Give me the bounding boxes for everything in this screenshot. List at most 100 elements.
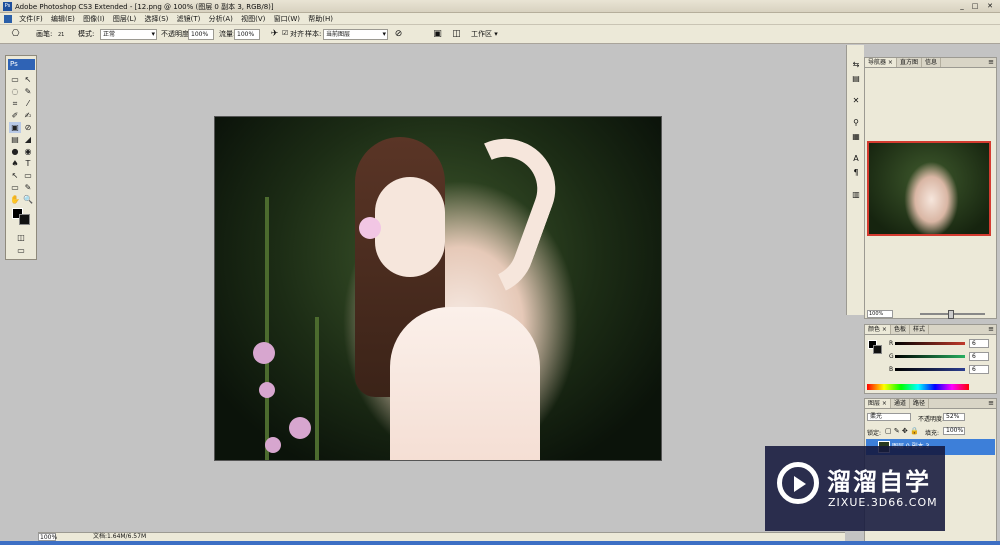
screen-mode-icon[interactable]: ▭ (15, 245, 27, 256)
dock-icon-1[interactable]: ⇆ (850, 59, 862, 70)
tab-styles[interactable]: 样式 (910, 325, 929, 334)
lasso-tool-icon[interactable]: ◌ (9, 86, 21, 97)
menu-edit[interactable]: 编辑(E) (48, 13, 78, 25)
dock-icon-5[interactable]: ▦ (850, 131, 862, 142)
document-image[interactable] (214, 116, 662, 461)
layer-opacity-label: 不透明度: (918, 416, 945, 423)
color-panel: 颜色 × 色板 样式 ≡ R 6 G 6 B 6 (864, 324, 997, 394)
blend-mode-select[interactable]: 柔光 (867, 413, 911, 421)
panel-menu-icon[interactable]: ≡ (988, 399, 994, 408)
lock-icons[interactable]: ▢ ✎ ✥ 🔒 (885, 427, 919, 435)
color-row-g: G 6 (889, 352, 994, 361)
mode-select[interactable]: 正常 (100, 29, 157, 40)
eyedropper-tool-icon[interactable]: ✎ (22, 182, 34, 193)
color-g-value[interactable]: 6 (969, 352, 989, 361)
color-spectrum-bar[interactable] (867, 384, 969, 390)
panel-dock: ⇆ ▤ ✕ ⚲ ▦ A ¶ ▥ (846, 45, 864, 315)
menu-view[interactable]: 视图(V) (238, 13, 268, 25)
sample-label: 样本: (305, 30, 322, 38)
watermark-logo-icon (777, 462, 819, 504)
close-button[interactable]: ✕ (985, 2, 995, 11)
background-color-swatch[interactable] (19, 214, 30, 225)
blur-tool-icon[interactable]: ● (9, 146, 21, 157)
workspace-button[interactable]: 工作区 ▾ (471, 29, 498, 39)
minimize-button[interactable]: _ (957, 2, 967, 11)
color-r-value[interactable]: 6 (969, 339, 989, 348)
menu-window[interactable]: 窗口(W) (271, 13, 303, 25)
ignore-adjustment-icon[interactable]: ⊘ (393, 29, 404, 40)
navigator-thumbnail[interactable] (867, 141, 991, 236)
airbrush-icon[interactable]: ✈ (269, 29, 280, 40)
menu-analysis[interactable]: 分析(A) (206, 13, 236, 25)
dock-icon-3[interactable]: ✕ (850, 95, 862, 106)
status-bar: 100% 文档:1.64M/6.57M (38, 532, 845, 541)
document-info[interactable]: 文档:1.64M/6.57M (93, 533, 146, 541)
bridge-icon[interactable]: ◫ (451, 29, 462, 40)
brush-size[interactable]: 21 (58, 32, 64, 38)
zoom-tool-icon[interactable]: 🔍 (22, 194, 34, 205)
maximize-button[interactable]: □ (970, 2, 980, 11)
shape-tool-icon[interactable]: ▭ (22, 170, 34, 181)
path-selection-tool-icon[interactable]: ↖ (9, 170, 21, 181)
pen-tool-icon[interactable]: ♠ (9, 158, 21, 169)
paragraph-icon[interactable]: ¶ (850, 167, 862, 178)
crop-tool-icon[interactable]: ⌗ (9, 98, 21, 109)
document-icon[interactable] (4, 15, 12, 23)
menu-bar: 文件(F) 编辑(E) 图像(I) 图层(L) 选择(S) 滤镜(T) 分析(A… (0, 13, 1000, 25)
magic-wand-tool-icon[interactable]: ✎ (22, 86, 34, 97)
fill-label: 填充: (925, 430, 940, 437)
menu-image[interactable]: 图像(I) (80, 13, 108, 25)
dodge-tool-icon[interactable]: ◉ (22, 146, 34, 157)
notes-tool-icon[interactable]: ▭ (9, 182, 21, 193)
slice-tool-icon[interactable]: ⁄ (22, 98, 34, 109)
dock-icon-8[interactable]: ▥ (850, 189, 862, 200)
flow-input[interactable]: 100% (234, 29, 260, 40)
align-checkbox[interactable]: ☑ (282, 29, 288, 37)
sample-select[interactable]: 当前图层 (323, 29, 388, 40)
opacity-input[interactable]: 100% (188, 29, 214, 40)
menu-filter[interactable]: 滤镜(T) (174, 13, 204, 25)
color-r-slider[interactable] (895, 342, 965, 345)
panel-menu-icon[interactable]: ≡ (988, 325, 994, 334)
color-b-value[interactable]: 6 (969, 365, 989, 374)
fill-input[interactable]: 100% (943, 427, 965, 435)
tab-swatches[interactable]: 色板 (891, 325, 910, 334)
history-brush-tool-icon[interactable]: ⊘ (22, 122, 34, 133)
character-icon[interactable]: A (850, 153, 862, 164)
tab-histogram[interactable]: 直方图 (897, 58, 922, 67)
color-g-slider[interactable] (895, 355, 965, 358)
color-bg-swatch[interactable] (873, 345, 882, 354)
tool-preset-icon[interactable]: ▣ (432, 29, 443, 40)
healing-brush-tool-icon[interactable]: ✐ (9, 110, 21, 121)
color-b-slider[interactable] (895, 368, 965, 371)
move-tool-icon[interactable]: ↖ (22, 74, 34, 85)
type-tool-icon[interactable]: T (22, 158, 34, 169)
zoom-field[interactable]: 100% (38, 533, 57, 541)
dock-icon-2[interactable]: ▤ (850, 73, 862, 84)
menu-help[interactable]: 帮助(H) (305, 13, 336, 25)
hand-tool-icon[interactable]: ✋ (9, 194, 21, 205)
navigator-zoom-slider[interactable] (920, 310, 985, 319)
clone-stamp-tool-icon[interactable]: ⎔ (10, 29, 21, 40)
navigator-zoom-field[interactable]: 100% (867, 310, 893, 318)
gradient-tool-icon[interactable]: ◢ (22, 134, 34, 145)
flow-label: 流量: (219, 30, 236, 38)
menu-layer[interactable]: 图层(L) (110, 13, 139, 25)
tab-paths[interactable]: 路径 (910, 399, 929, 408)
quick-mask-icon[interactable]: ◫ (15, 232, 27, 243)
align-label: 对齐 (290, 30, 304, 38)
dock-icon-4[interactable]: ⚲ (850, 117, 862, 128)
tab-channels[interactable]: 通道 (891, 399, 910, 408)
tab-layers[interactable]: 图层 × (865, 399, 891, 408)
clone-stamp-tool-icon[interactable]: ▣ (9, 122, 21, 133)
menu-select[interactable]: 选择(S) (141, 13, 171, 25)
tab-info[interactable]: 信息 (922, 58, 941, 67)
eraser-tool-icon[interactable]: ▤ (9, 134, 21, 145)
layer-opacity-input[interactable]: 52% (943, 413, 965, 421)
tab-color[interactable]: 颜色 × (865, 325, 891, 334)
tab-navigator[interactable]: 导航器 × (865, 58, 897, 67)
marquee-tool-icon[interactable]: ▭ (9, 74, 21, 85)
panel-menu-icon[interactable]: ≡ (988, 58, 994, 67)
brush-tool-icon[interactable]: ✍ (22, 110, 34, 121)
menu-file[interactable]: 文件(F) (16, 13, 46, 25)
